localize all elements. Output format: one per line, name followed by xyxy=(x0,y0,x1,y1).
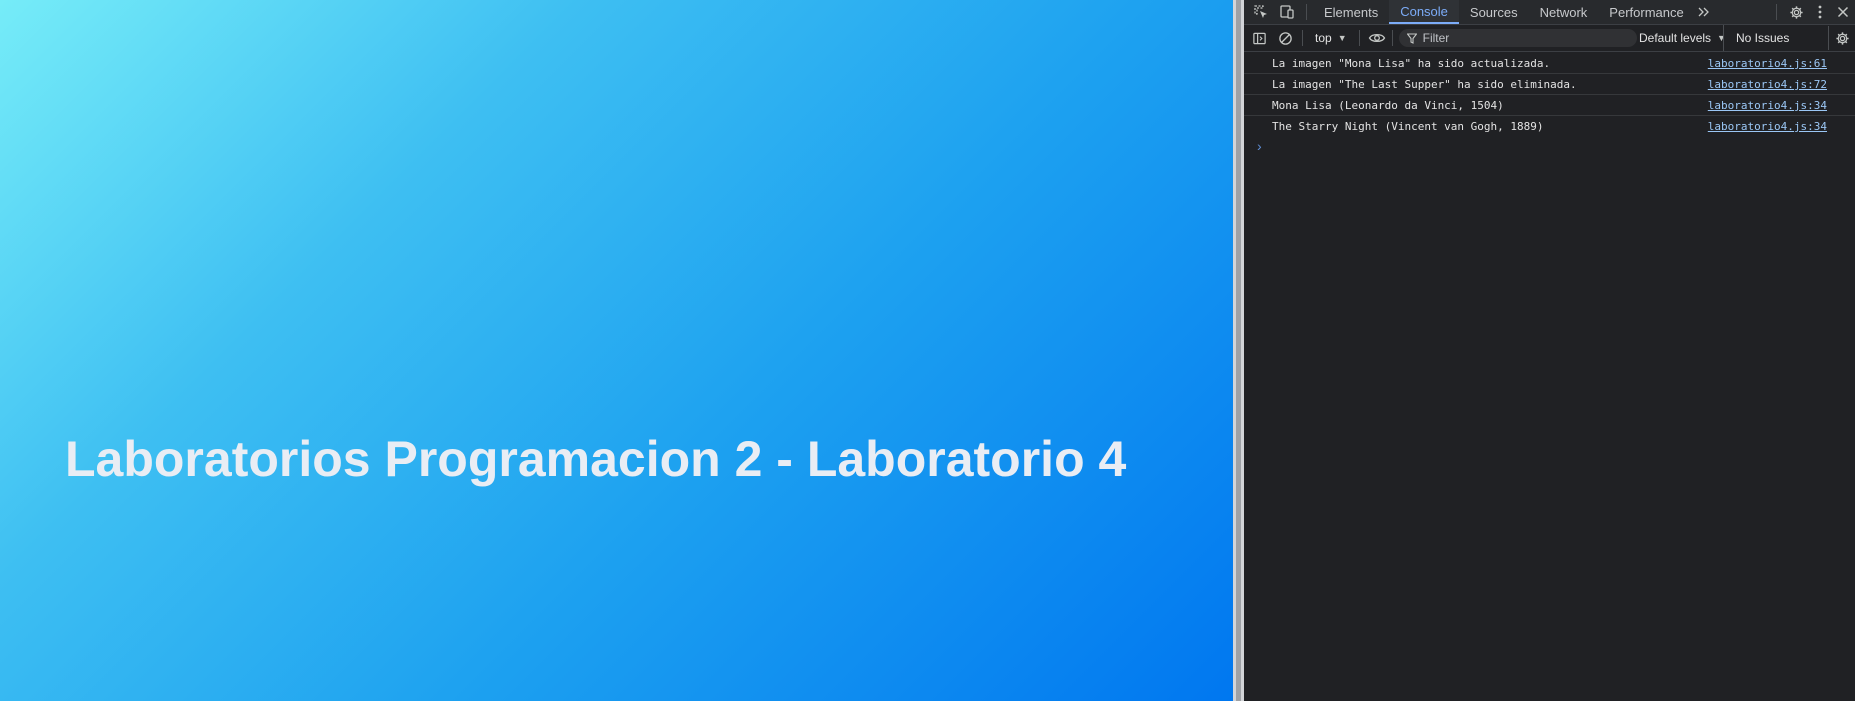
context-label: top xyxy=(1315,31,1332,45)
page-viewport: Laboratorios Programacion 2 - Laboratori… xyxy=(0,0,1233,701)
console-message-text: The Starry Night (Vincent van Gogh, 1889… xyxy=(1272,120,1544,133)
console-message: Mona Lisa (Leonardo da Vinci, 1504) labo… xyxy=(1244,95,1855,116)
context-selector[interactable]: top ▼ xyxy=(1307,31,1355,45)
tabbar-right-separator xyxy=(1776,4,1777,20)
devtools-panel: Elements Console Sources Network Perform… xyxy=(1244,0,1855,701)
console-message-text: La imagen "Mona Lisa" ha sido actualizad… xyxy=(1272,57,1551,70)
prompt-chevron-icon: › xyxy=(1257,138,1262,154)
device-toolbar-icon[interactable] xyxy=(1274,0,1300,24)
live-expression-eye-icon[interactable] xyxy=(1364,26,1390,50)
console-message: La imagen "The Last Supper" ha sido elim… xyxy=(1244,74,1855,95)
toolbar-separator xyxy=(1302,30,1303,46)
console-message-source-link[interactable]: laboratorio4.js:72 xyxy=(1708,78,1827,91)
settings-gear-icon[interactable] xyxy=(1783,0,1809,24)
inspect-element-icon[interactable] xyxy=(1248,0,1274,24)
browser-window: Laboratorios Programacion 2 - Laboratori… xyxy=(0,0,1855,701)
tab-elements[interactable]: Elements xyxy=(1313,0,1389,24)
sidebar-toggle-icon[interactable] xyxy=(1246,26,1272,50)
console-message-source-link[interactable]: laboratorio4.js:34 xyxy=(1708,120,1827,133)
devtools-splitter[interactable] xyxy=(1233,0,1244,701)
log-levels-label: Default levels xyxy=(1639,31,1712,45)
console-settings-gear-icon[interactable] xyxy=(1828,26,1855,50)
console-message-source-link[interactable]: laboratorio4.js:34 xyxy=(1708,99,1827,112)
console-message-source-link[interactable]: laboratorio4.js:61 xyxy=(1708,57,1827,70)
log-levels-dropdown[interactable]: Default levels ▼ xyxy=(1639,25,1726,51)
console-message-text: La imagen "The Last Supper" ha sido elim… xyxy=(1272,78,1577,91)
close-icon[interactable] xyxy=(1831,0,1855,24)
kebab-menu-icon[interactable] xyxy=(1809,0,1831,24)
tab-console[interactable]: Console xyxy=(1389,0,1459,24)
console-message: La imagen "Mona Lisa" ha sido actualizad… xyxy=(1244,53,1855,74)
tab-performance[interactable]: Performance xyxy=(1598,0,1694,24)
console-prompt[interactable]: › xyxy=(1244,136,1855,156)
filter-input[interactable] xyxy=(1422,31,1603,45)
console-messages: La imagen "Mona Lisa" ha sido actualizad… xyxy=(1244,52,1855,156)
splitter-handle[interactable] xyxy=(1236,0,1241,701)
filter-box[interactable] xyxy=(1398,29,1637,47)
console-message-text: Mona Lisa (Leonardo da Vinci, 1504) xyxy=(1272,99,1504,112)
issues-counter[interactable]: No Issues xyxy=(1723,25,1789,51)
tabbar-right-controls xyxy=(1770,0,1855,24)
console-toolbar: top ▼ Default levels ▼ No Issues xyxy=(1244,25,1855,52)
toolbar-separator-2 xyxy=(1358,30,1360,46)
clear-console-icon[interactable] xyxy=(1272,26,1298,50)
tab-network[interactable]: Network xyxy=(1529,0,1599,24)
page-heading: Laboratorios Programacion 2 - Laboratori… xyxy=(65,431,1127,487)
console-message: The Starry Night (Vincent van Gogh, 1889… xyxy=(1244,116,1855,136)
tabbar-separator xyxy=(1306,4,1307,20)
more-tabs-icon[interactable] xyxy=(1695,0,1713,24)
tab-sources[interactable]: Sources xyxy=(1459,0,1529,24)
toolbar-separator-3 xyxy=(1391,30,1393,46)
filter-funnel-icon xyxy=(1406,32,1417,44)
devtools-tabbar: Elements Console Sources Network Perform… xyxy=(1244,0,1855,25)
chevron-down-icon: ▼ xyxy=(1337,33,1347,43)
issues-label: No Issues xyxy=(1736,31,1790,45)
